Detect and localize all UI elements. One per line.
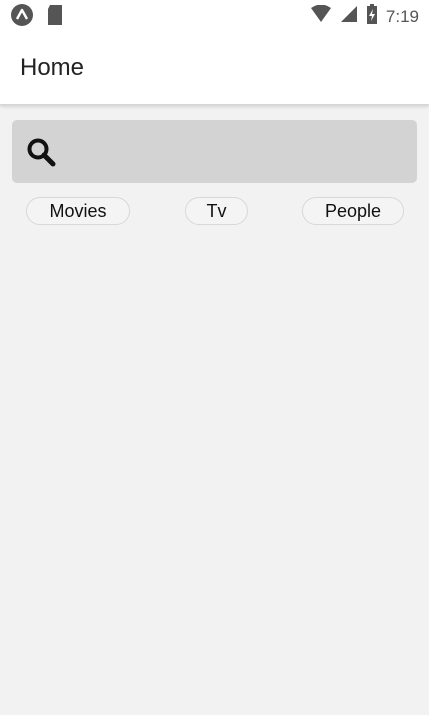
filter-movies-button[interactable]: Movies bbox=[26, 197, 130, 225]
search-bar[interactable] bbox=[12, 120, 417, 183]
cell-signal-icon bbox=[340, 5, 358, 28]
filter-tv-button[interactable]: Tv bbox=[185, 197, 248, 225]
app-bar: Home bbox=[0, 30, 429, 105]
app-logo-icon bbox=[10, 3, 34, 32]
filter-people-button[interactable]: People bbox=[302, 197, 404, 225]
search-input[interactable] bbox=[64, 132, 408, 172]
search-icon[interactable] bbox=[26, 137, 56, 172]
status-time: 7:19 bbox=[385, 6, 419, 26]
sd-card-icon bbox=[46, 4, 64, 31]
page-title: Home bbox=[20, 54, 85, 81]
battery-charging-icon bbox=[366, 3, 378, 30]
status-bar: 7:19 bbox=[0, 0, 429, 30]
wifi-icon bbox=[310, 4, 332, 28]
